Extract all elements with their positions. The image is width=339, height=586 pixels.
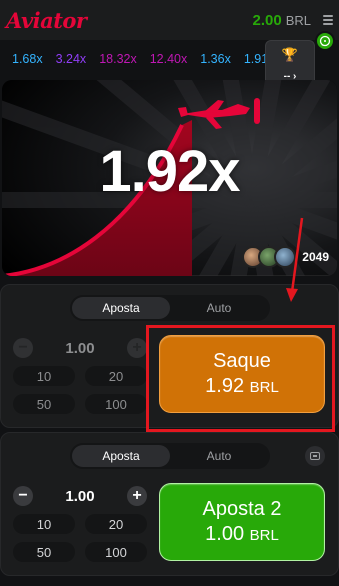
- annotation-arrow: [286, 217, 304, 302]
